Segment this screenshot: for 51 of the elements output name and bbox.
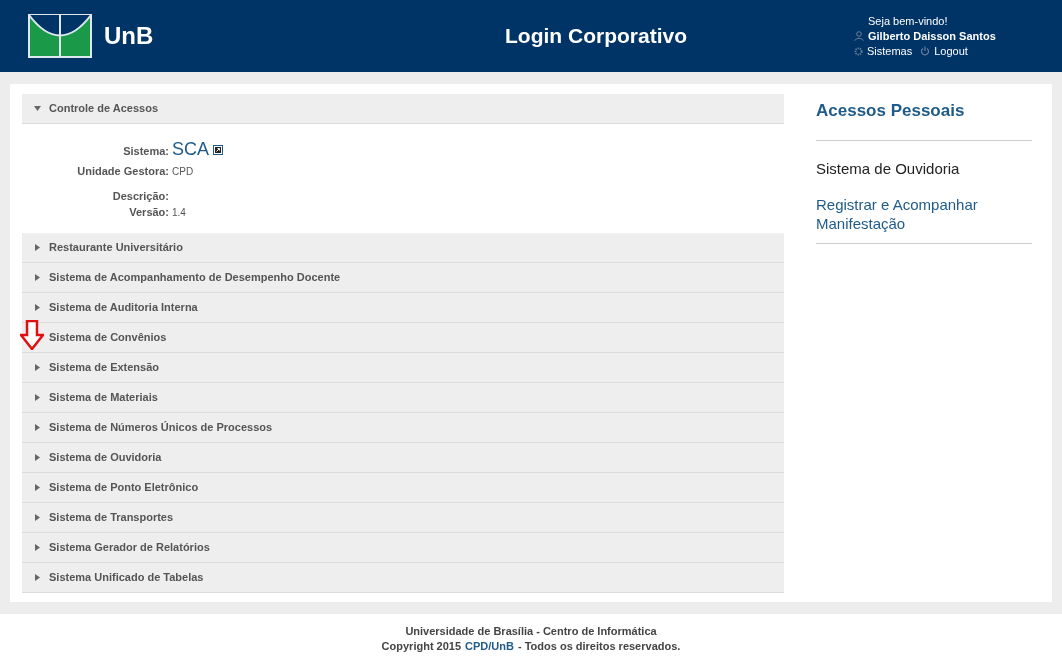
logo-icon [28, 14, 92, 58]
arrow-icon [20, 320, 44, 350]
accordion-header[interactable]: Controle de Acessos [22, 94, 784, 124]
accordion-header[interactable]: Sistema de Ponto Eletrônico [22, 472, 784, 503]
accordion-header[interactable]: Sistema de Materiais [22, 382, 784, 413]
caret-right-icon [35, 363, 40, 371]
field-label: Descrição: [111, 188, 170, 204]
footer-link[interactable]: CPD/UnB [465, 639, 514, 654]
page-title: Login Corporativo [505, 23, 687, 50]
caret-right-icon [35, 483, 40, 491]
greeting-text: Seja bem-vindo! [868, 14, 948, 27]
system-link[interactable]: SCA [172, 136, 209, 163]
accordion-header[interactable]: Sistema de Convênios [22, 322, 784, 353]
caret-down-icon [34, 106, 41, 111]
caret-right-icon [35, 543, 40, 551]
accordion-header[interactable]: Sistema de Transportes [22, 502, 784, 533]
footer-text: Universidade de Brasília - Centro de Informática [405, 624, 657, 639]
user-icon [854, 31, 864, 41]
accordion-header[interactable]: Sistema Unificado de Tabelas [22, 562, 784, 593]
sidebar-heading: Sistema de Ouvidoria [816, 159, 960, 177]
caret-right-icon [35, 393, 40, 401]
external-link-icon [213, 144, 223, 155]
field-value: CPD [172, 165, 194, 179]
caret-right-icon [35, 513, 40, 521]
accordion-header[interactable]: Sistema de Ouvidoria [22, 442, 784, 473]
footer-text: - Todos os direitos reservados. [517, 639, 681, 654]
sidebar-link[interactable]: Registrar e Acompanhar Manifestação [816, 194, 1006, 233]
header-link[interactable]: Logout [920, 43, 968, 59]
caret-right-icon [35, 273, 40, 281]
sidebar-title: Acessos Pessoais [816, 101, 965, 120]
caret-right-icon [35, 573, 40, 581]
caret-right-icon [35, 423, 40, 431]
accordion-header[interactable]: Sistema de Números Únicos de Processos [22, 412, 784, 443]
field-label: Sistema: [122, 144, 170, 159]
user-name: Gilberto Daisson Santos [868, 28, 996, 44]
caret-right-icon [35, 303, 40, 311]
field-label: Unidade Gestora: [76, 164, 170, 179]
gear-icon [854, 46, 863, 56]
caret-right-icon [35, 243, 40, 251]
header-link[interactable]: Sistemas [854, 43, 913, 59]
accordion-header[interactable]: Sistema de Auditoria Interna [22, 292, 784, 323]
power-icon [920, 46, 931, 56]
footer-text: Copyright 2015 [381, 639, 462, 654]
logo-text: UnB [104, 21, 154, 51]
field-value: 1.4 [172, 206, 186, 220]
field-label: Versão: [128, 205, 170, 220]
caret-right-icon [35, 453, 40, 461]
accordion-header[interactable]: Restaurante Universitário [22, 232, 784, 263]
accordion-header[interactable]: Sistema de Extensão [22, 352, 784, 383]
accordion-header[interactable]: Sistema de Acompanhamento de Desempenho Docente [22, 262, 784, 293]
accordion-header[interactable]: Sistema Gerador de Relatórios [22, 532, 784, 563]
